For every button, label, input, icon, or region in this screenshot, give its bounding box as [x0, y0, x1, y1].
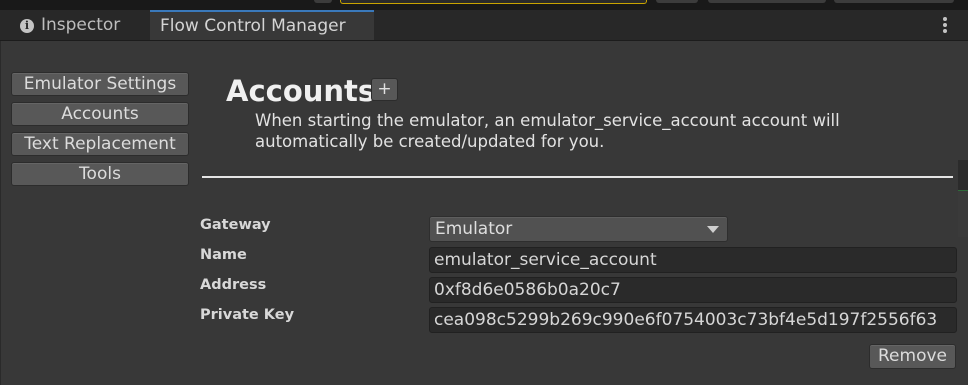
info-icon: i [20, 19, 34, 33]
toolbar-block [708, 0, 826, 3]
sidebar-item-accounts[interactable]: Accounts [11, 102, 189, 126]
name-field[interactable]: emulator_service_account [429, 247, 957, 273]
gateway-value: Emulator [435, 219, 513, 239]
more-options-icon[interactable] [942, 17, 948, 33]
page-title: Accounts [226, 74, 376, 108]
divider [202, 176, 953, 178]
address-label: Address [200, 277, 267, 293]
description-text: When starting the emulator, an emulator_… [255, 111, 840, 151]
private-key-field[interactable]: cea098c5299b269c990e6f0754003c73bf4e5d19… [429, 307, 957, 333]
editor-window: i Inspector Flow Control Manager Emulator… [0, 0, 968, 385]
scroll-edge [958, 190, 968, 237]
tab-flow-label: Flow Control Manager [160, 16, 346, 36]
sidebar-item-text-replacement[interactable]: Text Replacement [11, 132, 189, 156]
chevron-down-icon [707, 226, 719, 233]
add-account-button[interactable]: + [371, 78, 398, 101]
search-highlight [340, 0, 647, 4]
scroll-edge [958, 160, 968, 190]
sidebar-item-emulator-settings[interactable]: Emulator Settings [11, 72, 189, 96]
toolbar-strip [0, 0, 968, 10]
toolbar-block [656, 0, 698, 3]
tab-flow-control-manager[interactable]: Flow Control Manager [150, 10, 374, 40]
tab-inspector-label: Inspector [41, 15, 121, 35]
remove-button[interactable]: Remove [869, 344, 956, 369]
toolbar-block [314, 0, 332, 3]
private-key-label: Private Key [200, 307, 295, 323]
tab-inspector[interactable]: i Inspector [8, 10, 146, 40]
gateway-dropdown[interactable]: Emulator [429, 216, 728, 242]
panel-edge [0, 41, 1, 385]
toolbar-block [834, 0, 954, 3]
address-field[interactable]: 0xf8d6e0586b0a20c7 [429, 277, 957, 303]
gateway-label: Gateway [200, 217, 271, 233]
sidebar-item-tools[interactable]: Tools [11, 162, 189, 186]
name-label: Name [200, 247, 247, 263]
tab-bar: i Inspector Flow Control Manager [0, 10, 968, 41]
